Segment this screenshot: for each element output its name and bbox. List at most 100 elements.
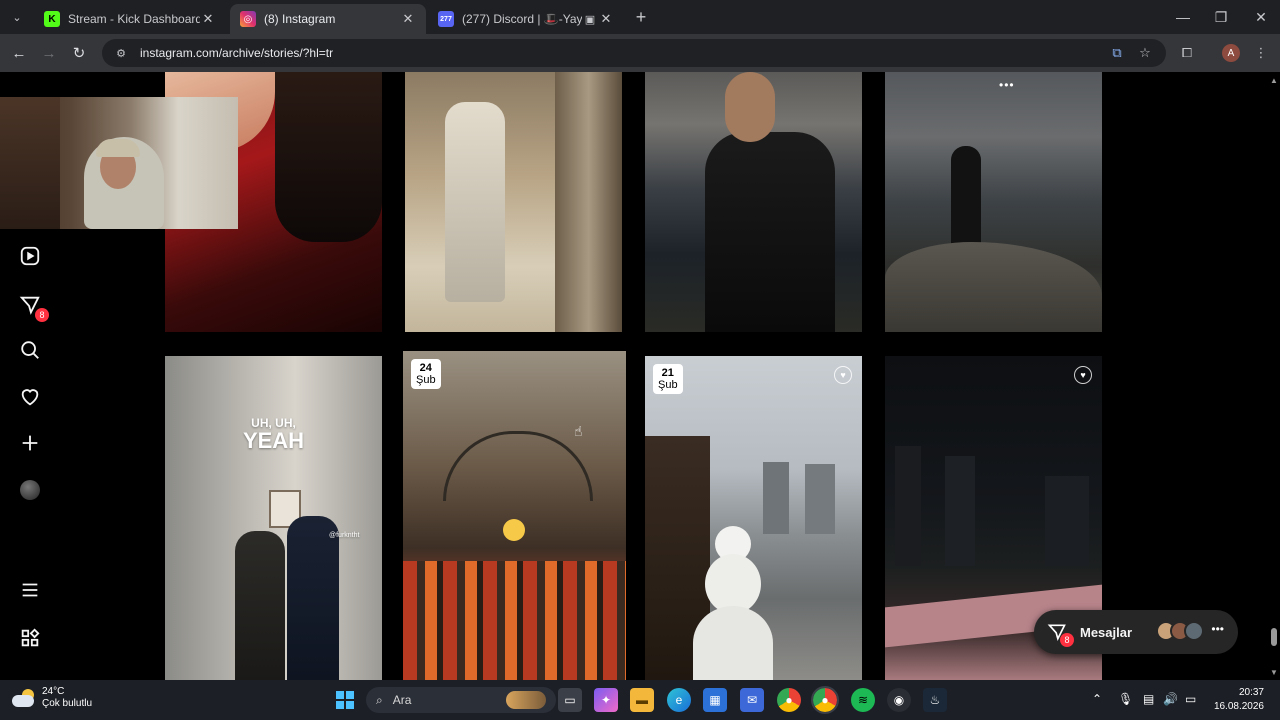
search-highlight-image xyxy=(506,691,546,709)
story-image-content xyxy=(895,446,921,566)
avatar xyxy=(1184,621,1204,641)
tab-label: (277) Discord | 🎩-Yayın Od xyxy=(462,12,582,26)
heart-icon[interactable] xyxy=(17,384,43,410)
page-scrollbar[interactable]: ▲ ▼ xyxy=(1268,72,1280,680)
weather-description: Çok bulutlu xyxy=(42,698,93,709)
emoji-sticker xyxy=(503,519,525,541)
tab-instagram[interactable]: ◎ (8) Instagram ✕ xyxy=(230,4,426,34)
weather-widget[interactable]: 24°C Çok bulutlu xyxy=(12,686,92,710)
story-thumbnail[interactable]: 24 Şub xyxy=(403,351,626,680)
profile-avatar[interactable] xyxy=(17,477,43,503)
windows-start-icon[interactable] xyxy=(333,688,357,712)
close-icon[interactable]: ✕ xyxy=(400,11,416,27)
network-icon[interactable]: ▤ xyxy=(1143,692,1154,706)
more-options-icon[interactable]: ••• xyxy=(1211,622,1224,636)
direct-icon[interactable]: 8 xyxy=(17,292,49,322)
tray-overflow-icon[interactable]: ⌃ xyxy=(1092,692,1102,706)
story-thumbnail[interactable]: 21 Şub ♥ xyxy=(645,356,862,680)
more-options-icon[interactable]: ••• xyxy=(999,78,1015,92)
instagram-sidebar: 8 xyxy=(0,72,60,680)
steam-icon[interactable]: ♨ xyxy=(923,688,947,712)
scroll-up-icon[interactable]: ▲ xyxy=(1270,76,1278,85)
close-icon[interactable]: ✕ xyxy=(200,11,216,27)
notification-badge: 8 xyxy=(35,308,49,322)
instagram-icon: ◎ xyxy=(240,11,256,27)
profile-avatar[interactable]: A xyxy=(1222,44,1240,62)
reload-button[interactable]: ↻ xyxy=(68,42,90,64)
story-date-month: Şub xyxy=(658,379,678,391)
avatar xyxy=(20,480,40,500)
story-image-content xyxy=(705,132,835,332)
liked-heart-icon: ♥ xyxy=(834,366,852,384)
tab-kick-dashboard[interactable]: K Stream - Kick Dashboard ✕ xyxy=(34,4,226,34)
extensions-icon[interactable]: ⧠ xyxy=(1178,44,1196,62)
story-thumbnail[interactable] xyxy=(645,72,862,332)
chrome-icon[interactable]: ● xyxy=(777,688,801,712)
bookmark-star-icon[interactable]: ☆ xyxy=(1136,44,1154,62)
minimize-button[interactable]: — xyxy=(1172,6,1194,28)
close-icon[interactable]: ✕ xyxy=(598,11,614,27)
scroll-down-icon[interactable]: ▼ xyxy=(1270,668,1278,677)
reels-icon[interactable] xyxy=(17,243,43,269)
back-button[interactable]: ← xyxy=(8,42,30,64)
kick-icon: K xyxy=(44,11,60,27)
address-bar[interactable]: ⚙ instagram.com/archive/stories/?hl=tr xyxy=(102,39,1166,67)
story-image-content xyxy=(275,72,382,242)
story-date-badge: 21 Şub xyxy=(653,364,683,394)
story-image-content xyxy=(805,464,835,534)
volume-icon[interactable]: 🔊 xyxy=(1163,692,1178,706)
story-date-day: 24 xyxy=(419,362,432,374)
story-image-content xyxy=(763,462,789,534)
browser-menu-icon[interactable]: ⋮ xyxy=(1252,44,1270,62)
browser-toolbar: ← → ↻ ⚙ instagram.com/archive/stories/?h… xyxy=(0,34,1280,72)
story-mention: @furkntht xyxy=(329,532,360,539)
microphone-icon[interactable]: 🎙 xyxy=(1118,692,1133,706)
plus-icon[interactable] xyxy=(17,430,43,456)
story-date-month: Şub xyxy=(416,374,436,386)
install-app-icon[interactable]: ⧉ xyxy=(1108,44,1126,62)
story-thumbnail[interactable]: UH, UH, YEAH @furkntht xyxy=(165,356,382,680)
chrome-active-icon[interactable]: ● xyxy=(811,686,839,714)
menu-icon[interactable] xyxy=(17,577,43,603)
new-tab-button[interactable]: + xyxy=(630,7,652,27)
edge-icon[interactable]: e xyxy=(667,688,691,712)
screen-share-icon: ▣ xyxy=(584,13,596,26)
mail-icon[interactable]: ✉ xyxy=(740,688,764,712)
close-window-button[interactable]: ✕ xyxy=(1250,6,1272,28)
browser-tab-strip: ⌄ K Stream - Kick Dashboard ✕ ◎ (8) Inst… xyxy=(0,0,1280,34)
file-explorer-icon[interactable]: ▬ xyxy=(630,688,654,712)
story-image-content xyxy=(693,606,773,680)
store-icon[interactable]: ▦ xyxy=(703,688,727,712)
tab-search-button[interactable]: ⌄ xyxy=(6,7,28,27)
search-icon[interactable] xyxy=(17,337,43,363)
spotify-icon[interactable]: ≋ xyxy=(851,688,875,712)
story-thumbnail[interactable]: ••• xyxy=(885,72,1102,332)
story-image-content xyxy=(445,102,505,302)
obs-icon[interactable]: ◉ xyxy=(887,688,911,712)
task-view-icon[interactable]: ▭ xyxy=(558,688,582,712)
weather-temperature: 24°C xyxy=(42,686,65,697)
copilot-icon[interactable]: ✦ xyxy=(594,688,618,712)
site-info-icon[interactable]: ⚙ xyxy=(114,46,128,60)
taskbar-clock[interactable]: 20:37 16.08.2026 xyxy=(1212,686,1264,714)
messages-button[interactable]: 8 Mesajlar ••• xyxy=(1034,610,1238,654)
grid-icon[interactable] xyxy=(17,625,43,651)
taskbar-search[interactable]: ⌕ Ara xyxy=(366,687,556,713)
story-image-content xyxy=(705,554,761,614)
battery-icon[interactable]: ▭ xyxy=(1185,692,1196,706)
liked-heart-icon: ♥ xyxy=(1074,366,1092,384)
windows-taskbar: 24°C Çok bulutlu ⌕ Ara ▭ ✦ ▬ e ▦ ✉ ● ● ≋… xyxy=(0,680,1280,720)
discord-icon: 277 xyxy=(438,11,454,27)
forward-button[interactable]: → xyxy=(38,42,60,64)
story-thumbnail[interactable] xyxy=(405,72,622,332)
restore-button[interactable]: ❐ xyxy=(1210,6,1232,28)
messages-avatars xyxy=(1156,621,1204,641)
story-image-content xyxy=(443,431,593,501)
clock-time: 20:37 xyxy=(1238,687,1264,698)
story-image-content xyxy=(403,561,626,680)
scrollbar-thumb[interactable] xyxy=(1271,628,1277,646)
direct-icon: 8 xyxy=(1046,621,1074,647)
tab-discord[interactable]: 277 (277) Discord | 🎩-Yayın Od ▣ ✕ xyxy=(428,4,624,34)
story-image-content xyxy=(555,72,622,332)
clock-date: 16.08.2026 xyxy=(1213,701,1264,712)
